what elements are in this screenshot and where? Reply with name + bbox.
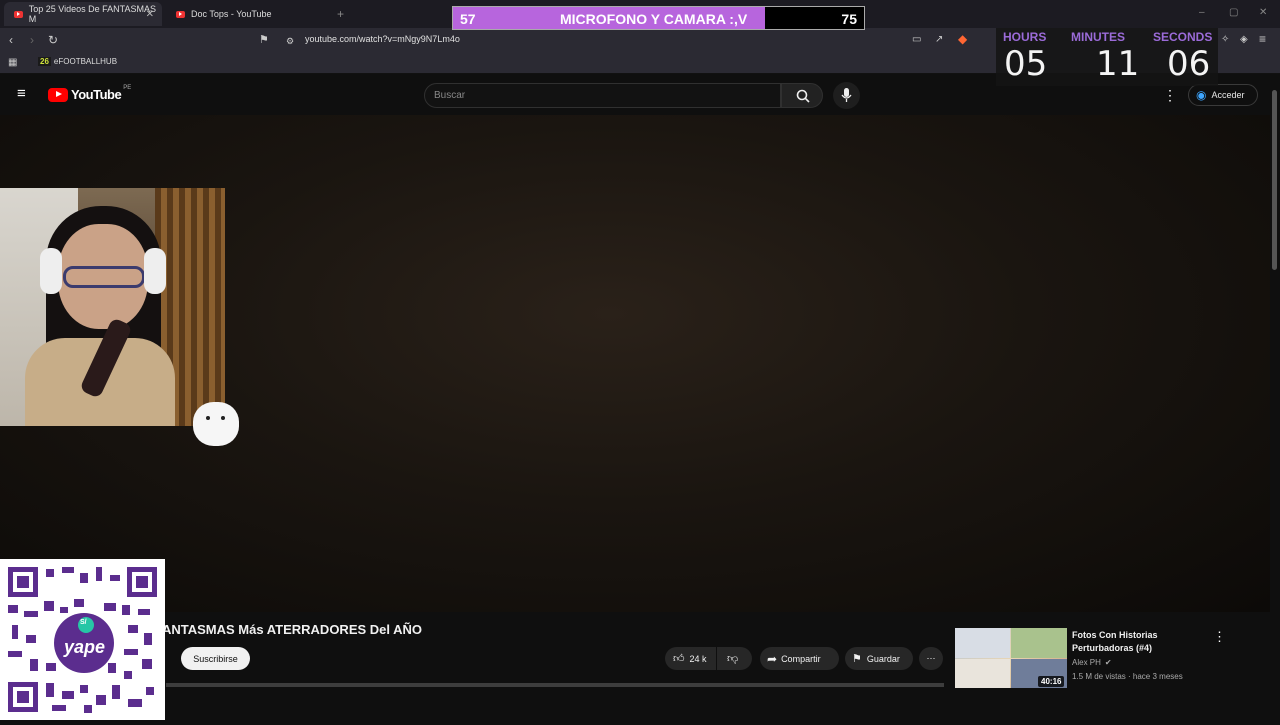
sheep-mascot-overlay xyxy=(193,402,239,446)
channel-name: Alex PH xyxy=(1072,658,1101,667)
youtube-play-icon xyxy=(48,87,68,102)
voice-search-button[interactable] xyxy=(833,82,860,109)
search-button[interactable] xyxy=(781,83,823,108)
related-title-line1[interactable]: Fotos Con Historias xyxy=(1072,630,1158,640)
headphone-left xyxy=(40,248,62,294)
related-channel[interactable]: Alex PH ✔ xyxy=(1072,658,1112,667)
related-more-icon[interactable]: ⋮ xyxy=(1213,630,1226,643)
related-title-line2[interactable]: Perturbadoras (#4) xyxy=(1072,643,1152,653)
search-icon xyxy=(796,89,810,103)
hours-label: HOURS xyxy=(1003,30,1047,44)
new-tab-icon[interactable]: + xyxy=(337,8,344,20)
scrollbar-thumb[interactable] xyxy=(1272,90,1277,270)
share-label: Compartir xyxy=(781,653,821,664)
like-button[interactable]: 👍︎ 24 k xyxy=(665,647,716,670)
forward-icon[interactable]: › xyxy=(30,34,34,46)
tab-doc-tops[interactable]: Doc Tops - YouTube xyxy=(166,2,326,26)
save-button[interactable]: ⚑ Guardar xyxy=(845,647,913,670)
tab-title: Doc Tops - YouTube xyxy=(191,9,272,19)
youtube-favicon-icon xyxy=(176,10,185,18)
bookmark-efootballhub[interactable]: 26 eFOOTBALLHUB xyxy=(38,57,117,66)
cast-icon[interactable]: ▭ xyxy=(912,34,921,46)
signin-button[interactable]: ◉ Acceder xyxy=(1188,84,1258,106)
vpn-icon[interactable]: ◈ xyxy=(1240,34,1248,46)
more-options-icon[interactable]: ⋮ xyxy=(1163,87,1177,104)
search-placeholder: Buscar xyxy=(434,90,466,101)
share-button[interactable]: ➦ Compartir xyxy=(760,647,839,670)
bookmark-badge: 26 xyxy=(38,57,51,66)
microphone-icon xyxy=(841,88,852,102)
countdown-timer: HOURS 05 MINUTES 11 SECONDS 06 xyxy=(996,28,1218,86)
seconds-value: 06 xyxy=(1167,44,1211,84)
share-arrow-icon: ➦ xyxy=(767,651,778,666)
account-icon: ◉ xyxy=(1196,88,1207,102)
close-tab-icon[interactable]: ✕ xyxy=(146,9,154,20)
youtube-logo[interactable]: YouTube PE xyxy=(48,84,132,102)
yape-brand: yape xyxy=(64,637,106,657)
goal-progress-bar: 57 MICROFONO Y CAMARA :,V 75 xyxy=(452,6,865,30)
maximize-icon[interactable]: ▢ xyxy=(1229,7,1238,19)
minutes-label: MINUTES xyxy=(1071,30,1125,44)
tab-title: Top 25 Videos De FANTASMAS M xyxy=(28,4,156,24)
headphone-right xyxy=(144,248,166,294)
video-duration: 40:16 xyxy=(1038,676,1065,687)
hamburger-menu-icon[interactable]: ≡ xyxy=(17,86,26,101)
seconds-label: SECONDS xyxy=(1153,30,1213,44)
streamer-webcam xyxy=(0,188,225,426)
subscribe-label: Suscribirse xyxy=(193,653,238,664)
verified-icon: ✔ xyxy=(1104,658,1112,667)
video-progress-bar[interactable] xyxy=(166,683,944,687)
brave-shield-icon[interactable]: ◆ xyxy=(958,33,967,45)
close-window-icon[interactable]: ✕ xyxy=(1259,7,1267,19)
goal-current: 57 xyxy=(460,11,476,27)
search-input[interactable]: Buscar xyxy=(424,83,781,108)
dislike-button[interactable]: 👎︎ xyxy=(717,647,752,670)
menu-icon[interactable]: ≡ xyxy=(1259,33,1266,45)
yape-qr-code: S/ yape xyxy=(0,559,165,720)
bookmark-icon[interactable]: ⚑ xyxy=(259,34,269,46)
thumbs-down-icon: 👎︎ xyxy=(727,653,739,665)
share-icon[interactable]: ↗ xyxy=(935,34,943,46)
apps-grid-icon[interactable]: ▦ xyxy=(8,57,17,69)
more-horizontal-icon: ⋯ xyxy=(926,653,936,663)
hours-value: 05 xyxy=(1004,44,1048,84)
related-meta: 1.5 M de vistas · hace 3 meses xyxy=(1072,672,1183,681)
glasses xyxy=(63,266,145,288)
yape-currency: S/ xyxy=(80,619,87,626)
signin-label: Acceder xyxy=(1211,90,1245,100)
ai-icon[interactable]: ✧ xyxy=(1221,34,1229,46)
goal-label: MICROFONO Y CAMARA :,V xyxy=(560,11,748,27)
minutes-value: 11 xyxy=(1096,44,1140,84)
minimize-icon[interactable]: – xyxy=(1199,7,1205,19)
reload-icon[interactable]: ↻ xyxy=(48,34,58,46)
save-label: Guardar xyxy=(866,653,900,664)
youtube-favicon-icon xyxy=(14,10,23,18)
back-icon[interactable]: ‹ xyxy=(9,34,13,46)
more-actions-button[interactable]: ⋯ xyxy=(919,647,943,670)
logo-text: YouTube xyxy=(71,87,122,102)
site-settings-icon[interactable]: ⚙ xyxy=(286,35,294,47)
like-count: 24 k xyxy=(689,653,707,664)
thumbs-up-icon: 👍︎ xyxy=(673,653,685,665)
goal-target: 75 xyxy=(841,11,857,27)
tab-youtube-fantasmas[interactable]: Top 25 Videos De FANTASMAS M ✕ xyxy=(4,2,162,26)
subscribe-button[interactable]: Suscribirse xyxy=(181,647,250,670)
save-icon: ⚑ xyxy=(852,653,862,665)
url-field[interactable]: youtube.com/watch?v=mNgy9N7Lm4o xyxy=(305,34,460,44)
bookmark-label: eFOOTBALLHUB xyxy=(53,57,118,66)
region-code: PE xyxy=(123,84,132,91)
video-title: ANTASMAS Más ATERRADORES Del AÑO xyxy=(162,622,423,637)
